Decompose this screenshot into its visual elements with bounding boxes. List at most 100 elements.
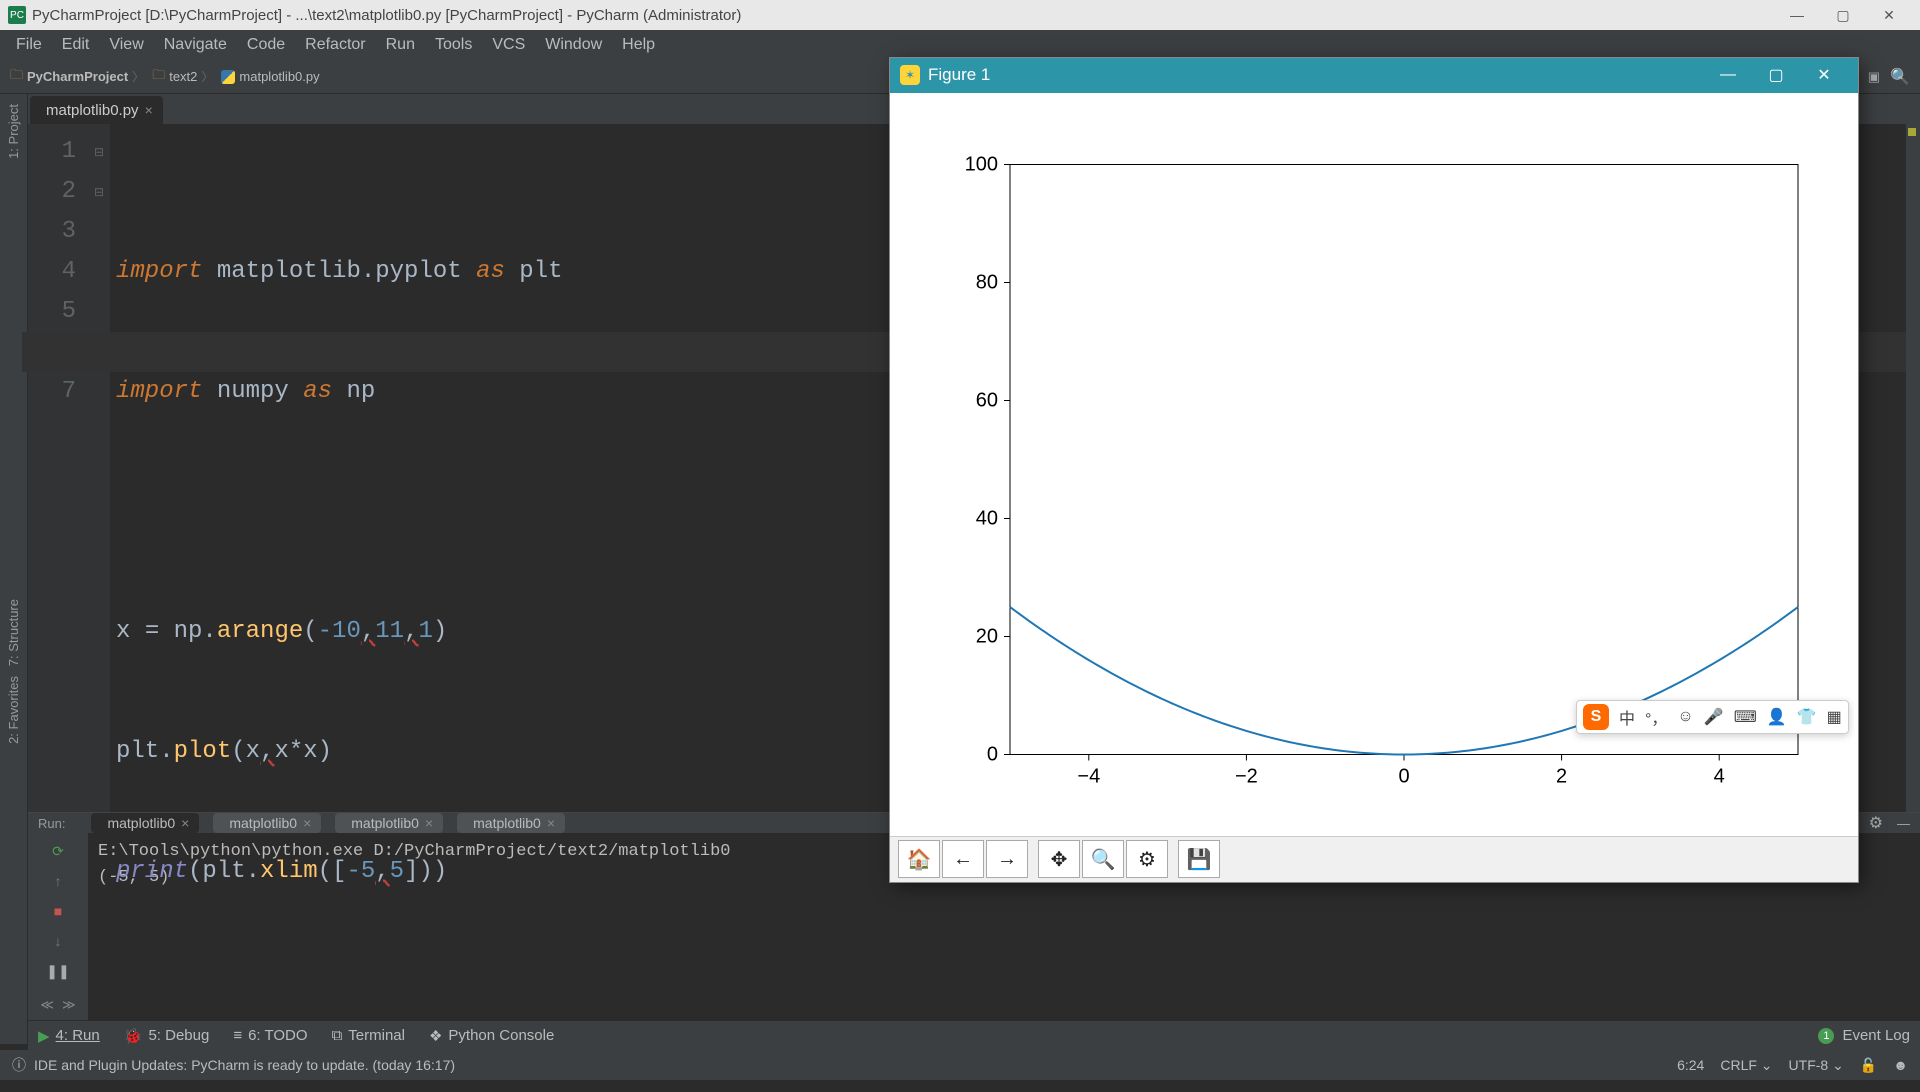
crumb-project-label: PyCharmProject	[27, 69, 128, 84]
menu-view[interactable]: View	[99, 30, 153, 60]
line-number-gutter: 1 2 3 4 5 6 7	[28, 124, 88, 812]
hector-icon[interactable]: ☻	[1893, 1057, 1908, 1073]
run-tab[interactable]: matplotlib0×	[213, 813, 321, 833]
menu-tools[interactable]: Tools	[425, 30, 482, 60]
pause-button[interactable]: ❚❚	[46, 959, 70, 983]
menu-navigate[interactable]: Navigate	[154, 30, 237, 60]
ime-user-icon[interactable]: 👤	[1767, 707, 1787, 727]
menu-edit[interactable]: Edit	[52, 30, 100, 60]
menu-run[interactable]: Run	[376, 30, 425, 60]
crumb-file[interactable]: matplotlib0.py	[221, 69, 319, 84]
status-info-icon[interactable]: ⓘ	[12, 1055, 26, 1075]
editor-tab[interactable]: matplotlib0.py ×	[30, 96, 163, 124]
toolbar-generic-icon[interactable]: ▣	[1868, 69, 1880, 85]
x-tick-label: −2	[1235, 765, 1258, 787]
toolwindow-eventlog-tab[interactable]: Event Log	[1842, 1027, 1910, 1044]
editor-scrollbar[interactable]	[1906, 124, 1920, 812]
close-icon[interactable]: ×	[181, 815, 189, 831]
matplotlib-icon: ✶	[900, 65, 920, 85]
python-console-icon: ❖	[429, 1027, 442, 1045]
inspection-warning-icon[interactable]	[1908, 128, 1916, 136]
rerun-button[interactable]: ⟳	[46, 839, 70, 863]
menu-vcs[interactable]: VCS	[482, 30, 535, 60]
fold-toggle-icon[interactable]: ⊟	[88, 172, 110, 212]
run-tab[interactable]: matplotlib0×	[457, 813, 565, 833]
next-icon[interactable]: ≫	[62, 997, 76, 1013]
bottom-toolwindow-bar: ▶4: Run 🐞5: Debug ≡6: TODO ⧉Terminal ❖Py…	[28, 1020, 1920, 1050]
figure-close-button[interactable]: ✕	[1800, 65, 1848, 85]
status-message: IDE and Plugin Updates: PyCharm is ready…	[34, 1057, 455, 1073]
search-icon[interactable]: 🔍	[1890, 67, 1910, 87]
figure-title: Figure 1	[928, 65, 990, 85]
crumb-folder-label: text2	[169, 69, 197, 84]
folder-icon: 🗀	[152, 66, 165, 88]
prev-icon[interactable]: ≪	[40, 997, 54, 1013]
y-tick-label: 80	[976, 271, 998, 293]
crumb-folder[interactable]: 🗀 text2 〉	[152, 66, 217, 88]
crumb-project[interactable]: 🗀 PyCharmProject 〉	[10, 66, 148, 88]
x-tick-label: 0	[1398, 765, 1409, 787]
readonly-toggle-icon[interactable]: 🔓	[1860, 1057, 1877, 1074]
toolwindow-todo-tab[interactable]: ≡6: TODO	[233, 1027, 307, 1044]
minimize-panel-icon[interactable]: —	[1897, 816, 1910, 831]
close-icon[interactable]: ×	[425, 815, 433, 831]
caret-position[interactable]: 6:24	[1677, 1057, 1704, 1073]
ime-menu-icon[interactable]: ▦	[1827, 707, 1842, 727]
ime-punct-icon[interactable]: °，	[1645, 705, 1667, 729]
run-tab[interactable]: matplotlib0×	[91, 813, 199, 833]
y-tick-label: 20	[976, 625, 998, 647]
pycharm-app-icon: PC	[8, 6, 26, 24]
run-nav-arrows: ≪ ≫	[28, 990, 88, 1020]
figure-minimize-button[interactable]: —	[1704, 66, 1752, 84]
y-tick-label: 40	[976, 507, 998, 529]
sogou-ime-icon[interactable]: S	[1583, 704, 1609, 730]
figure-maximize-button[interactable]: ▢	[1752, 65, 1800, 85]
toolwindow-project-tab[interactable]: 1: Project	[6, 104, 21, 159]
run-panel-title: Run:	[38, 816, 65, 831]
python-file-icon	[221, 70, 235, 84]
ime-toolbar[interactable]: S 中 °， ☺ 🎤 ⌨ 👤 👕 ▦	[1576, 700, 1849, 734]
debug-icon: 🐞	[124, 1027, 143, 1045]
crumb-file-label: matplotlib0.py	[239, 69, 319, 84]
ime-voice-icon[interactable]: 🎤	[1704, 707, 1724, 727]
close-icon[interactable]: ×	[547, 815, 555, 831]
up-arrow-icon[interactable]: ↑	[46, 869, 70, 893]
stop-button[interactable]: ■	[46, 899, 70, 923]
terminal-icon: ⧉	[332, 1027, 343, 1044]
toolwindow-debug-tab[interactable]: 🐞5: Debug	[124, 1027, 210, 1045]
close-icon[interactable]: ×	[145, 102, 153, 118]
x-tick-label: −4	[1077, 765, 1100, 787]
y-tick-label: 0	[987, 743, 998, 765]
menu-file[interactable]: File	[6, 30, 52, 60]
encoding-selector[interactable]: UTF-8 ⌄	[1789, 1057, 1844, 1074]
fold-toggle-icon[interactable]: ⊟	[88, 132, 110, 172]
run-icon: ▶	[38, 1027, 50, 1045]
left-toolwindow-bar: 1: Project 7: Structure 2: Favorites	[0, 94, 28, 1044]
line-separator-selector[interactable]: CRLF ⌄	[1720, 1057, 1772, 1074]
toolwindow-pyconsole-tab[interactable]: ❖Python Console	[429, 1027, 554, 1045]
ime-keyboard-icon[interactable]: ⌨	[1734, 707, 1757, 727]
toolwindow-favorites-tab[interactable]: 2: Favorites	[6, 676, 21, 744]
ime-mode-toggle[interactable]: 中	[1619, 705, 1635, 729]
menu-code[interactable]: Code	[237, 30, 295, 60]
toolwindow-terminal-tab[interactable]: ⧉Terminal	[332, 1027, 405, 1044]
toolwindow-run-tab[interactable]: ▶4: Run	[38, 1027, 100, 1045]
x-tick-label: 4	[1714, 765, 1725, 787]
window-minimize-button[interactable]: —	[1774, 0, 1820, 30]
menu-help[interactable]: Help	[612, 30, 665, 60]
run-tab[interactable]: matplotlib0×	[335, 813, 443, 833]
down-arrow-icon[interactable]: ↓	[46, 929, 70, 953]
matplotlib-figure-window[interactable]: ✶ Figure 1 — ▢ ✕ 020406080100−4−2024 🏠 ←…	[890, 58, 1858, 882]
window-maximize-button[interactable]: ▢	[1820, 0, 1866, 30]
ime-emoji-icon[interactable]: ☺	[1677, 708, 1693, 726]
x-tick-label: 2	[1556, 765, 1567, 787]
toolwindow-structure-tab[interactable]: 7: Structure	[6, 599, 21, 666]
ime-skin-icon[interactable]: 👕	[1797, 707, 1817, 727]
window-close-button[interactable]: ✕	[1866, 0, 1912, 30]
menu-window[interactable]: Window	[535, 30, 612, 60]
figure-titlebar[interactable]: ✶ Figure 1 — ▢ ✕	[890, 58, 1858, 93]
gear-icon[interactable]: ⚙	[1869, 813, 1883, 833]
fold-gutter: ⊟ ⊟	[88, 124, 110, 812]
menu-refactor[interactable]: Refactor	[295, 30, 375, 60]
close-icon[interactable]: ×	[303, 815, 311, 831]
